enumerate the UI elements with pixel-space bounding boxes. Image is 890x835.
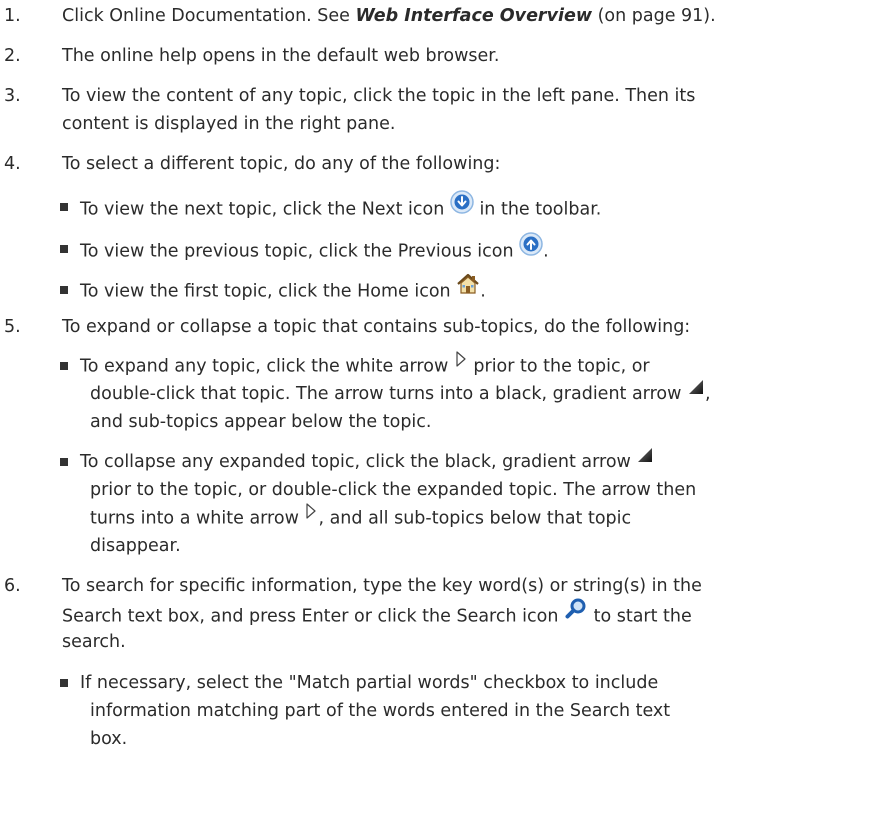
bullet-text: disappear. bbox=[90, 536, 181, 556]
step-number: 5. bbox=[4, 317, 21, 337]
step-text: To select a different topic, do any of t… bbox=[62, 154, 501, 174]
cross-reference-link[interactable]: Web Interface Overview bbox=[356, 6, 593, 26]
bullet-text: . bbox=[543, 241, 549, 262]
step-number: 2. bbox=[4, 46, 21, 66]
bullet-text: To view the first topic, click the Home … bbox=[80, 281, 457, 302]
home-icon bbox=[456, 273, 480, 304]
step-number: 4. bbox=[4, 154, 21, 174]
black-gradient-arrow-icon bbox=[687, 377, 705, 405]
bullet-text: If necessary, select the "Match partial … bbox=[80, 673, 659, 693]
previous-circle-icon bbox=[519, 232, 543, 265]
step-text-line: to start the bbox=[588, 606, 692, 627]
step-text-line: search. bbox=[62, 632, 126, 652]
bullet-text: box. bbox=[90, 729, 128, 749]
bullet-text: prior to the topic, or double-click the … bbox=[90, 480, 697, 500]
bullet-text: double-click that topic. The arrow turns… bbox=[90, 384, 687, 404]
bullet-text: , and all sub-topics below that topic bbox=[318, 508, 632, 529]
black-gradient-arrow-icon bbox=[636, 445, 654, 473]
bullet-marker bbox=[60, 458, 68, 466]
step-text: The online help opens in the default web… bbox=[62, 46, 500, 66]
bullet-text: information matching part of the words e… bbox=[90, 701, 671, 721]
step-text: To expand or collapse a topic that conta… bbox=[62, 317, 691, 337]
bullet-text: . bbox=[480, 281, 486, 302]
step-text-line: Search text box, and press Enter or clic… bbox=[62, 606, 559, 627]
bullet-text: turns into a white arrow bbox=[90, 508, 305, 529]
step-number: 1. bbox=[4, 6, 21, 26]
step-number: 6. bbox=[4, 576, 21, 596]
bullet-marker bbox=[60, 286, 68, 294]
bullet-text: prior to the topic, or bbox=[467, 356, 650, 377]
step-number: 3. bbox=[4, 86, 21, 106]
bullet-marker bbox=[60, 362, 68, 370]
bullet-text: To expand any topic, click the white arr… bbox=[80, 356, 454, 377]
page-reference: (on page 91). bbox=[592, 6, 716, 26]
bullet-marker bbox=[60, 203, 68, 211]
bullet-marker bbox=[60, 245, 68, 253]
next-circle-icon bbox=[450, 190, 474, 223]
bullet-text: To collapse any expanded topic, click th… bbox=[80, 452, 637, 472]
white-arrow-icon bbox=[304, 501, 318, 530]
step-text-line: To search for specific information, type… bbox=[62, 576, 702, 596]
bullet-text: To view the previous topic, click the Pr… bbox=[80, 241, 520, 262]
step-text: Click Online Documentation. See bbox=[62, 6, 356, 26]
step-text-line: To view the content of any topic, click … bbox=[62, 86, 696, 106]
bullet-text: To view the next topic, click the Next i… bbox=[80, 199, 450, 220]
step-text-line: content is displayed in the right pane. bbox=[62, 114, 396, 134]
white-arrow-icon bbox=[454, 349, 468, 378]
bullet-text: , bbox=[704, 384, 711, 404]
bullet-text: in the toolbar. bbox=[473, 199, 602, 220]
documentation-page: 1. Click Online Documentation. See Web I… bbox=[0, 0, 890, 835]
bullet-marker bbox=[60, 679, 68, 687]
bullet-text: and sub-topics appear below the topic. bbox=[90, 412, 432, 432]
search-icon bbox=[564, 597, 588, 630]
